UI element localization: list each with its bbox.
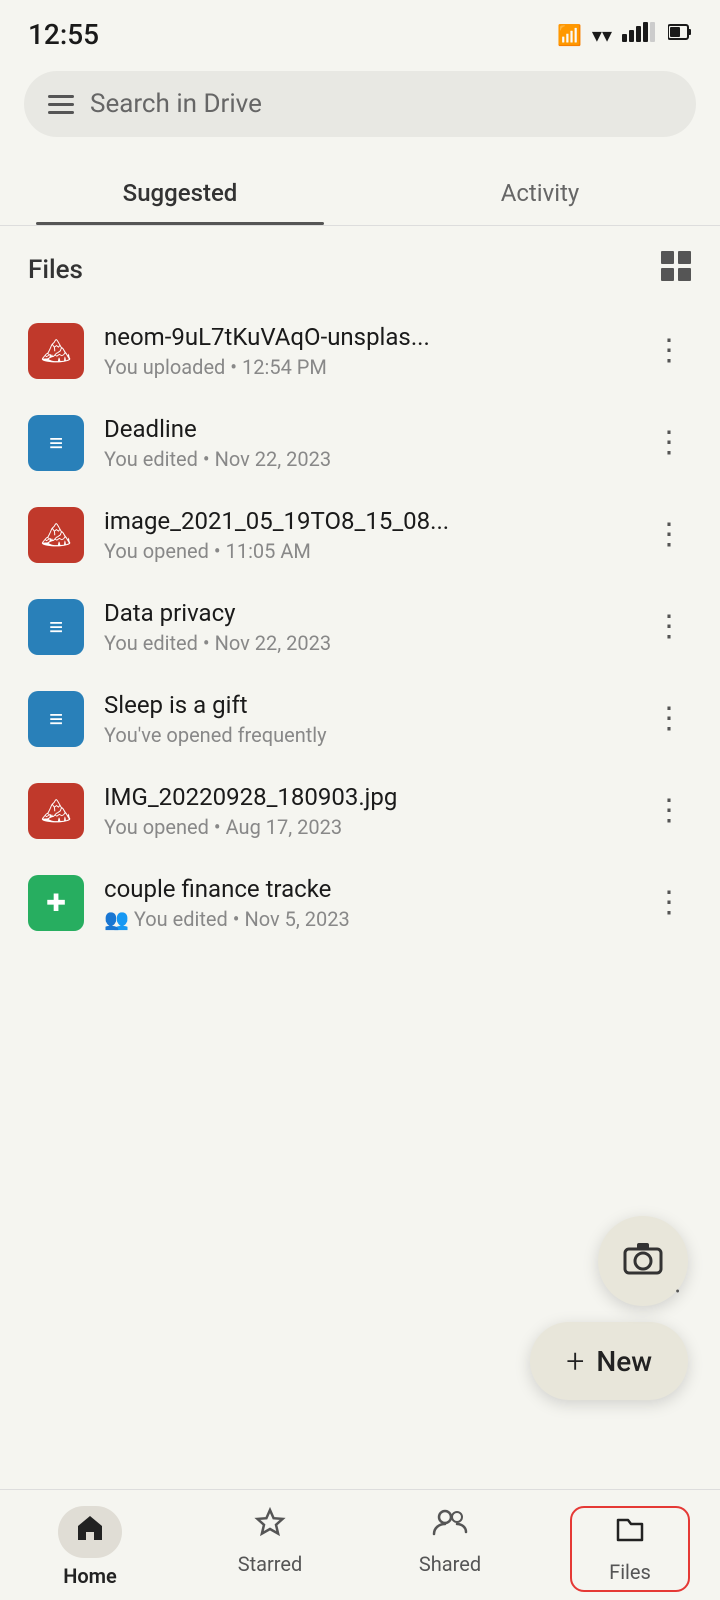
file-name: neom-9uL7tKuVAqO-unsplas... <box>104 323 626 351</box>
file-icon-sheet: ✚ <box>28 875 84 931</box>
file-info: couple finance tracke 👥 You edited • Nov… <box>104 875 626 931</box>
file-more-button[interactable]: ⋮ <box>646 512 692 558</box>
list-item[interactable]: 🏔 IMG_20220928_180903.jpg You opened • A… <box>0 765 720 857</box>
camera-button[interactable] <box>598 1216 688 1306</box>
file-name: couple finance tracke <box>104 875 626 903</box>
files-header: Files <box>0 226 720 305</box>
file-name: Deadline <box>104 415 626 443</box>
file-name: Sleep is a gift <box>104 691 626 719</box>
file-list: 🏔 neom-9uL7tKuVAqO-unsplas... You upload… <box>0 305 720 949</box>
tab-suggested[interactable]: Suggested <box>0 157 360 225</box>
file-more-button[interactable]: ⋮ <box>646 788 692 834</box>
overlay-actions: + New <box>530 1216 688 1400</box>
file-more-button[interactable]: ⋮ <box>646 604 692 650</box>
nav-item-starred[interactable]: Starred <box>210 1506 330 1592</box>
status-bar: 12:55 📶 ▾▾ <box>0 0 720 61</box>
list-item[interactable]: 🏔 neom-9uL7tKuVAqO-unsplas... You upload… <box>0 305 720 397</box>
nav-item-shared[interactable]: Shared <box>390 1506 510 1592</box>
shared-indicator: 👥 <box>104 907 134 931</box>
file-more-button[interactable]: ⋮ <box>646 880 692 926</box>
list-item[interactable]: ≡ Deadline You edited • Nov 22, 2023 ⋮ <box>0 397 720 489</box>
file-info: Sleep is a gift You've opened frequently <box>104 691 626 747</box>
new-button[interactable]: + New <box>530 1322 688 1400</box>
status-time: 12:55 <box>28 18 99 51</box>
tabs-container: Suggested Activity <box>0 157 720 226</box>
camera-icon <box>623 1239 663 1284</box>
file-icon-image: 🏔 <box>28 783 84 839</box>
nav-label-files: Files <box>609 1560 651 1584</box>
nav-label-shared: Shared <box>419 1552 481 1576</box>
file-name: Data privacy <box>104 599 626 627</box>
file-info: IMG_20220928_180903.jpg You opened • Aug… <box>104 783 626 839</box>
file-name: image_2021_05_19TO8_15_08... <box>104 507 626 535</box>
wifi-icon: ▾▾ <box>592 23 612 47</box>
starred-icon <box>254 1506 286 1546</box>
shared-icon <box>432 1506 468 1546</box>
status-icons: 📶 ▾▾ <box>557 22 692 47</box>
new-button-label: New <box>596 1345 652 1378</box>
search-placeholder: Search in Drive <box>90 89 262 119</box>
nav-label-starred: Starred <box>238 1552 303 1576</box>
tab-activity[interactable]: Activity <box>360 157 720 225</box>
file-more-button[interactable]: ⋮ <box>646 420 692 466</box>
file-meta: You opened • 11:05 AM <box>104 539 626 563</box>
file-meta: You've opened frequently <box>104 723 626 747</box>
file-icon-image: 🏔 <box>28 323 84 379</box>
file-meta: You edited • Nov 22, 2023 <box>104 447 626 471</box>
list-item[interactable]: ✚ couple finance tracke 👥 You edited • N… <box>0 857 720 949</box>
file-meta: You opened • Aug 17, 2023 <box>104 815 626 839</box>
files-section-title: Files <box>28 255 83 285</box>
file-icon-doc: ≡ <box>28 599 84 655</box>
files-icon <box>614 1514 646 1554</box>
list-item[interactable]: ≡ Sleep is a gift You've opened frequent… <box>0 673 720 765</box>
file-info: neom-9uL7tKuVAqO-unsplas... You uploaded… <box>104 323 626 379</box>
file-icon-doc: ≡ <box>28 691 84 747</box>
list-item[interactable]: ≡ Data privacy You edited • Nov 22, 2023… <box>0 581 720 673</box>
file-info: Data privacy You edited • Nov 22, 2023 <box>104 599 626 655</box>
bluetooth-icon: 📶 <box>557 23 582 47</box>
file-info: Deadline You edited • Nov 22, 2023 <box>104 415 626 471</box>
file-more-button[interactable]: ⋮ <box>646 696 692 742</box>
file-meta: You edited • Nov 22, 2023 <box>104 631 626 655</box>
file-more-button[interactable]: ⋮ <box>646 328 692 374</box>
hamburger-menu[interactable] <box>48 95 74 114</box>
nav-item-home[interactable]: Home <box>30 1506 150 1592</box>
signal-icon <box>622 22 658 47</box>
file-icon-doc: ≡ <box>28 415 84 471</box>
file-name: IMG_20220928_180903.jpg <box>104 783 626 811</box>
new-plus-icon: + <box>566 1342 584 1380</box>
list-item[interactable]: 🏔 image_2021_05_19TO8_15_08... You opene… <box>0 489 720 581</box>
file-info: image_2021_05_19TO8_15_08... You opened … <box>104 507 626 563</box>
nav-label-home: Home <box>63 1564 117 1588</box>
bottom-navigation: Home Starred Shared Files <box>0 1489 720 1600</box>
file-meta: You uploaded • 12:54 PM <box>104 355 626 379</box>
grid-view-icon[interactable] <box>660 250 692 289</box>
home-icon <box>74 1514 106 1552</box>
file-icon-image: 🏔 <box>28 507 84 563</box>
battery-icon <box>668 22 692 47</box>
search-bar[interactable]: Search in Drive <box>24 71 696 137</box>
nav-item-files[interactable]: Files <box>570 1506 690 1592</box>
file-meta: 👥 You edited • Nov 5, 2023 <box>104 907 626 931</box>
